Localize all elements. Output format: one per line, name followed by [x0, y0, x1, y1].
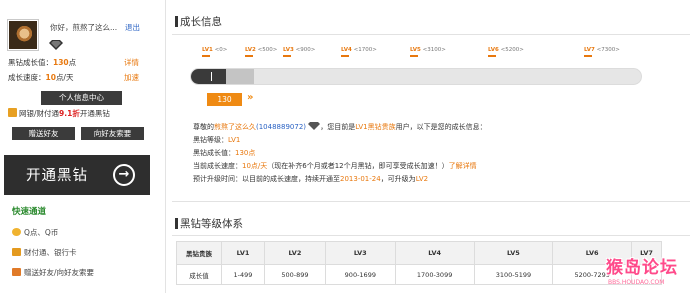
speed-unit: 点/天	[55, 73, 74, 82]
level-marker: LV5 <3100>	[410, 47, 446, 57]
level-table: 黑钻贵族 LV1 LV2 LV3 LV4 LV5 LV6 LV7 成长值 1-4…	[176, 241, 662, 285]
open-banner-label: 开通黑钻	[26, 168, 88, 184]
section-marker	[175, 16, 178, 27]
info-line-upgrade: 预计升级时间：以目前的成长速度，持续开通至2013-01-24，可升级为LV2	[193, 175, 429, 183]
watermark: 猴岛论坛 BBS.HOUDAO.COM	[600, 253, 700, 293]
quick-item-bank[interactable]: 财付通、银行卡	[12, 247, 77, 258]
user-name-link[interactable]: 煎熬了这么久	[214, 123, 256, 131]
info-line-greeting: 尊敬的煎熬了这么久(1048889072) ，您目前是LV1黑钻贵族用户，以下是…	[193, 122, 487, 131]
speed-label: 成长速度：	[8, 73, 46, 82]
level-marker: LV2 <500>	[245, 47, 277, 57]
table-row: 成长值 1-499 500-899 900-1699 1700-3099 310…	[176, 264, 662, 285]
speed-row: 成长速度：10点/天	[8, 72, 73, 83]
level-marker: LV3 <900>	[283, 47, 315, 57]
watermark-title: 猴岛论坛	[606, 258, 678, 278]
open-black-diamond-button[interactable]: 开通黑钻 →	[4, 155, 150, 195]
learn-more-link[interactable]: 了解详情	[449, 162, 477, 170]
level-name-link[interactable]: LV1黑钻贵族	[355, 123, 395, 131]
score-label: 黑钻成长值：	[8, 58, 53, 67]
level-marker: LV7 <7300>	[584, 47, 620, 57]
table-header-row: 黑钻贵族 LV1 LV2 LV3 LV4 LV5 LV6 LV7	[176, 241, 662, 265]
logout-link[interactable]: 退出	[125, 22, 140, 33]
quick-channel-title: 快速通道	[12, 207, 47, 217]
greeting-text: 你好，煎熬了这么...	[50, 23, 118, 32]
info-line-speed: 当前成长速度：10点/天（现在补齐6个月或者12个月黑钻，即可享受成长加速！）了…	[193, 162, 477, 170]
level-marker: LV6 <5200>	[488, 47, 524, 57]
black-diamond-icon	[49, 40, 63, 50]
section-marker	[175, 218, 178, 229]
level-system-title: 黑钻等级体系	[180, 218, 243, 230]
info-line-level: 黑钻等级：LV1	[193, 136, 241, 144]
quick-item-gift[interactable]: 赠送好友/向好友索要	[12, 267, 94, 278]
speed-up-link[interactable]: 加速	[124, 72, 139, 83]
column-divider	[165, 0, 166, 293]
watermark-url: BBS.HOUDAO.COM	[608, 279, 665, 286]
score-detail-link[interactable]: 详情	[124, 57, 139, 68]
diamond-badge-icon	[308, 122, 321, 130]
speed-value: 10	[45, 73, 56, 82]
double-chevron-icon: »	[247, 92, 254, 103]
score-row: 黑钻成长值：130点	[8, 57, 76, 68]
growth-divider	[172, 34, 690, 35]
progress-fill	[191, 69, 226, 84]
gift-friend-button[interactable]: 赠送好友	[12, 127, 75, 140]
progress-segment	[226, 69, 254, 84]
ask-friend-button[interactable]: 向好友索要	[81, 127, 144, 140]
current-value-badge: 130	[207, 93, 242, 106]
bank-icon	[8, 108, 17, 117]
bank-promo-link[interactable]: 网银/财付通9.1折开通黑钻	[8, 108, 110, 119]
section-divider	[172, 201, 690, 202]
growth-title: 成长信息	[180, 16, 222, 28]
profile-center-button[interactable]: 个人信息中心	[41, 91, 122, 105]
quick-item-qcoin[interactable]: Q点、Q币	[12, 227, 58, 238]
system-divider	[172, 235, 690, 236]
arrow-right-icon: →	[113, 164, 135, 186]
gift-icon	[12, 268, 21, 276]
growth-progress-bar	[190, 68, 642, 85]
key-icon	[12, 248, 21, 256]
score-unit: 点	[68, 58, 77, 67]
level-marker: LV1 <0>	[202, 47, 227, 57]
avatar[interactable]	[7, 19, 39, 51]
level-marker: LV4 <1700>	[341, 47, 377, 57]
info-line-score: 黑钻成长值：130点	[193, 149, 256, 157]
score-value: 130	[53, 58, 69, 67]
coin-icon	[12, 228, 21, 236]
